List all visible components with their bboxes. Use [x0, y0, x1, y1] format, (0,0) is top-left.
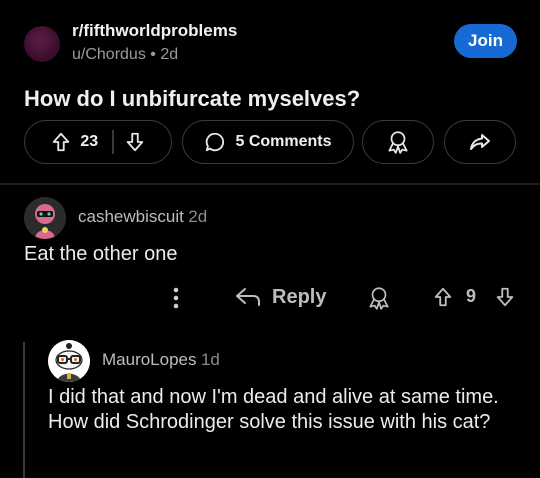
upvote-icon[interactable]: [432, 286, 454, 308]
more-options-icon[interactable]: [166, 285, 186, 311]
comment-bubble-icon: [204, 131, 226, 153]
comment-header: MauroLopes 1d: [102, 350, 220, 370]
vote-pill: 23: [24, 120, 172, 164]
post-vote-count: 23: [80, 133, 99, 150]
comments-button[interactable]: 5 Comments: [182, 120, 354, 164]
join-button[interactable]: Join: [454, 24, 517, 58]
comment-username[interactable]: cashewbiscuit: [78, 207, 184, 226]
post-meta: u/Chordus • 2d: [72, 46, 178, 64]
post-author[interactable]: u/Chordus: [72, 46, 146, 63]
comment-age: 1d: [200, 350, 220, 369]
meta-separator: •: [150, 46, 161, 63]
comment-username[interactable]: MauroLopes: [102, 350, 197, 369]
upvote-icon[interactable]: [50, 131, 72, 153]
avatar[interactable]: [48, 340, 90, 382]
comment-header: cashewbiscuit 2d: [78, 207, 207, 227]
reply-label: Reply: [272, 285, 327, 308]
section-divider: [0, 183, 540, 185]
award-icon: [385, 129, 411, 155]
comment-age: 2d: [188, 207, 208, 226]
comments-label: 5 Comments: [235, 133, 332, 150]
post-title: How do I unbifurcate myselves?: [24, 86, 361, 111]
avatar[interactable]: [24, 197, 66, 239]
award-icon[interactable]: [366, 285, 392, 311]
downvote-icon[interactable]: [124, 131, 146, 153]
subreddit-avatar[interactable]: [24, 26, 60, 62]
subreddit-name[interactable]: r/fifthworldproblems: [72, 21, 237, 41]
downvote-icon[interactable]: [494, 286, 516, 308]
award-button[interactable]: [362, 120, 434, 164]
share-button[interactable]: [444, 120, 516, 164]
share-icon: [468, 130, 492, 154]
vote-divider: [112, 130, 114, 154]
thread-line[interactable]: [23, 342, 25, 478]
comment-body: I did that and now I'm dead and alive at…: [48, 386, 499, 433]
comment-body: Eat the other one: [24, 243, 178, 265]
reply-button[interactable]: Reply: [234, 284, 326, 310]
reply-arrow-icon: [234, 284, 262, 310]
post-age: 2d: [160, 46, 179, 63]
comment-vote-count: 9: [466, 286, 477, 306]
